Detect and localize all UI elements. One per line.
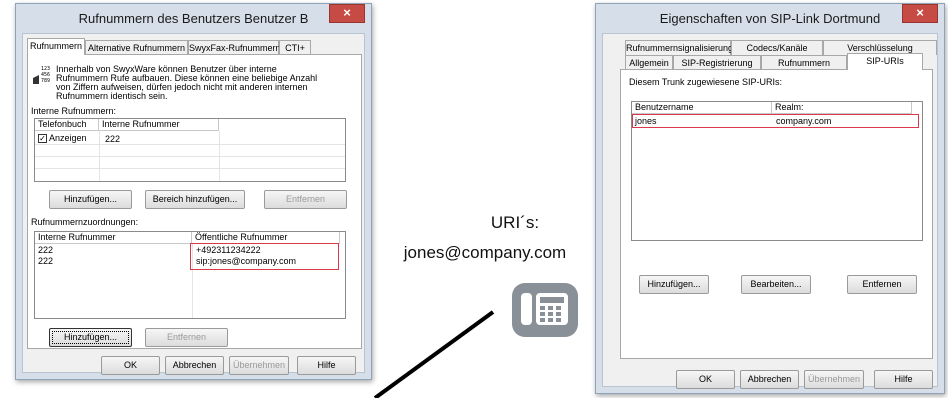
right-window-title: Eigenschaften von SIP-Link Dortmund: [659, 11, 881, 26]
help-button-right[interactable]: Hilfe: [874, 370, 933, 389]
close-icon[interactable]: ×: [902, 4, 938, 23]
add-uri-button[interactable]: Hinzufügen...: [639, 275, 709, 294]
tab-rufnummern-right[interactable]: Rufnummern: [761, 55, 847, 70]
tab-codecs-kanaele[interactable]: Codecs/Kanäle: [731, 40, 823, 55]
apply-button-right[interactable]: Übernehmen: [804, 370, 864, 389]
right-dialog-window: Eigenschaften von SIP-Link Dortmund × Ru…: [595, 3, 945, 394]
column-header-benutzername[interactable]: Benutzername: [632, 102, 772, 114]
highlight-uri-box: [632, 114, 919, 128]
tab-rufnummernsignalisierung[interactable]: Rufnummernsignalisierung: [625, 40, 733, 55]
phone-icon: [512, 283, 578, 337]
right-title-bar: Eigenschaften von SIP-Link Dortmund ×: [596, 4, 944, 33]
right-client-area: Rufnummernsignalisierung Codecs/Kanäle V…: [602, 33, 938, 389]
cancel-button-right[interactable]: Abbrechen: [740, 370, 799, 389]
sip-uris-label: Diesem Trunk zugewiesene SIP-URIs:: [629, 77, 783, 87]
tab-sip-registrierung[interactable]: SIP-Registrierung: [673, 55, 761, 70]
tab-sip-uris[interactable]: SIP-URIs: [847, 53, 923, 70]
tab-allgemein[interactable]: Allgemein: [625, 55, 673, 70]
ok-button-right[interactable]: OK: [676, 370, 735, 389]
remove-uri-button[interactable]: Entfernen: [847, 275, 917, 294]
edit-uri-button[interactable]: Bearbeiten...: [741, 275, 811, 294]
tab-rufnummern[interactable]: Rufnummern: [27, 38, 85, 55]
right-tab-panel: Diesem Trunk zugewiesene SIP-URIs: Benut…: [620, 69, 933, 359]
column-header-realm[interactable]: Realm:: [772, 102, 912, 114]
